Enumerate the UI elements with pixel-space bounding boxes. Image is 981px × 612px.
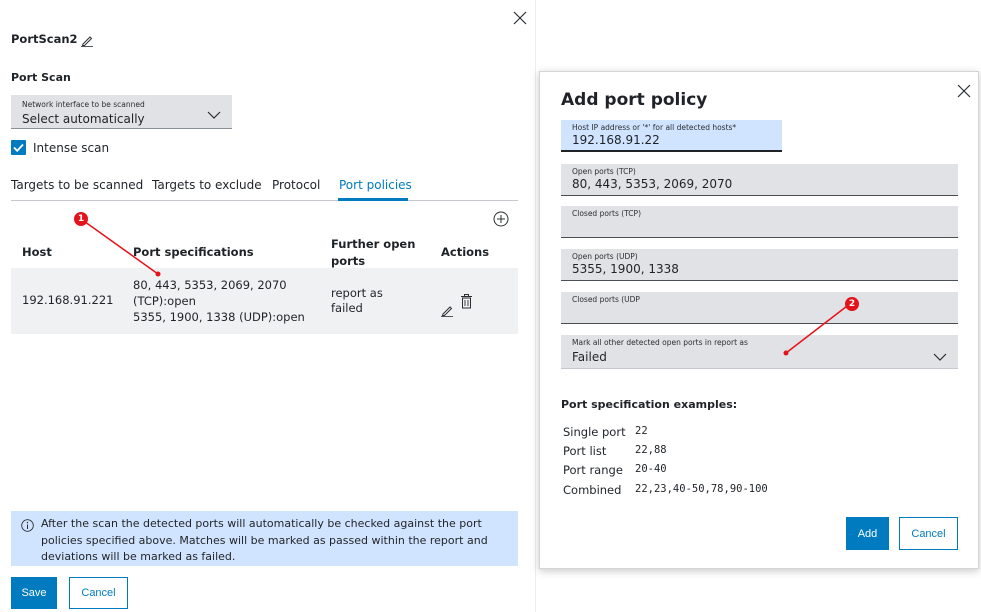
annotation-badge-2: 2: [845, 297, 859, 311]
annotation-arrow-2: [783, 302, 852, 356]
annotation-arrow-1: [80, 218, 161, 277]
annotation-badge-1: 1: [74, 212, 88, 226]
panel-divider: [535, 0, 536, 612]
add-port-policy-dialog: Add port policy Host IP address or '*' f…: [539, 71, 979, 569]
port-scan-panel: PortScan2 Port Scan Network interface to…: [0, 0, 535, 612]
